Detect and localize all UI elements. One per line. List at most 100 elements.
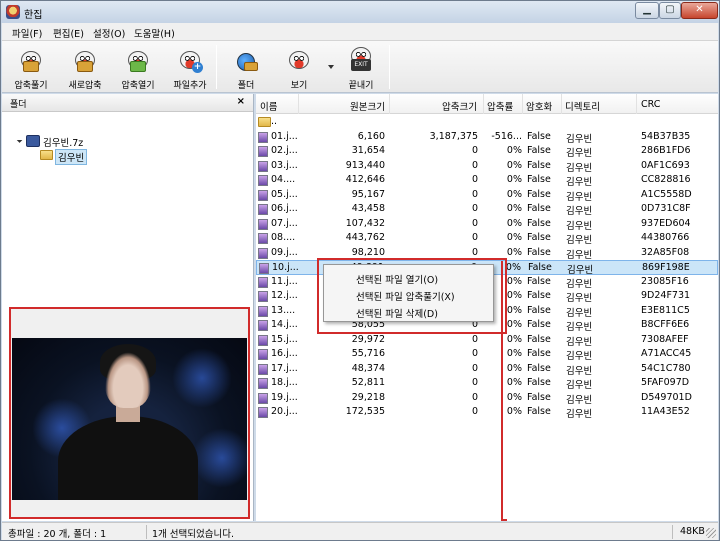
image-preview	[9, 307, 250, 519]
app-window: 한집 ▁ ▢ ✕ 파일(F) 편집(E) 설정(O) 도움말(H) 압축풀기 새…	[0, 0, 720, 541]
orig-size-cell: 55,716	[351, 348, 385, 359]
file-name-cell: 16.j...	[271, 348, 298, 359]
orig-size-cell: 29,972	[351, 333, 385, 345]
file-name-cell: 11.j...	[271, 275, 298, 287]
menu-help[interactable]: 도움말(H)	[134, 26, 175, 40]
orig-size-cell: 443,762	[345, 232, 385, 243]
view-button[interactable]: 보기	[276, 45, 322, 91]
tree-expand-icon[interactable]	[14, 135, 23, 143]
file-name-cell: 06.j...	[271, 203, 298, 214]
image-file-icon	[258, 291, 268, 302]
ctx-extract-selected[interactable]: 선택된 파일 압축풀기(X)	[356, 289, 455, 303]
ratio-cell: 0%	[506, 406, 522, 417]
table-row[interactable]: 08.... 443,762 0 0% False 김우빈 44380766	[256, 231, 718, 246]
image-file-icon	[258, 218, 268, 230]
table-row[interactable]: 17.j... 48,374 0 0% False 김우빈 54C1C780	[256, 362, 718, 377]
crc-cell: 54B37B35	[641, 130, 691, 142]
encrypted-cell: False	[528, 262, 552, 273]
ratio-cell: -516...	[491, 130, 522, 142]
new-archive-button[interactable]: 새로압축	[62, 45, 108, 91]
exit-button[interactable]: EXIT 끝내기	[338, 45, 384, 91]
ratio-cell: 0%	[506, 188, 522, 200]
col-name-header[interactable]: 이름	[260, 99, 277, 113]
crc-cell: 0D731C8F	[641, 203, 691, 214]
view-dropdown-arrow-icon[interactable]	[328, 65, 334, 69]
table-row[interactable]: 02.j... 31,654 0 0% False 김우빈 286B1FD6	[256, 144, 718, 159]
image-file-icon	[258, 363, 268, 375]
encrypted-cell: False	[527, 203, 551, 214]
table-row[interactable]: 19.j... 29,218 0 0% False 김우빈 D549701D	[256, 391, 718, 406]
directory-cell: 김우빈	[566, 162, 593, 174]
menu-file[interactable]: 파일(F)	[12, 26, 42, 40]
ratio-cell: 0%	[506, 275, 522, 287]
image-file-icon	[258, 131, 268, 143]
new-archive-label: 새로압축	[68, 81, 102, 91]
file-name-cell: 03.j...	[271, 159, 298, 171]
parent-folder-icon	[258, 117, 271, 127]
table-row[interactable]: 04.... 412,646 0 0% False 김우빈 CC828816	[256, 173, 718, 188]
table-row[interactable]: ..	[256, 115, 718, 130]
orig-size-cell: 913,440	[345, 159, 385, 171]
folder-view-label: 폴더	[237, 81, 255, 91]
menu-settings[interactable]: 설정(O)	[93, 26, 125, 40]
comp-size-cell: 3,187,375	[429, 130, 478, 142]
maximize-button[interactable]: ▢	[659, 2, 681, 19]
table-row[interactable]: 06.j... 43,458 0 0% False 김우빈 0D731C8F	[256, 202, 718, 217]
table-row[interactable]: 07.j... 107,432 0 0% False 김우빈 937ED604	[256, 217, 718, 232]
table-row[interactable]: 03.j... 913,440 0 0% False 김우빈 0AF1C693	[256, 159, 718, 174]
add-file-button[interactable]: + 파일추가	[167, 45, 213, 91]
status-size: 48KB	[680, 526, 705, 537]
folder-icon	[40, 150, 53, 160]
open-archive-button[interactable]: 압축열기	[115, 45, 161, 91]
encrypted-cell: False	[527, 246, 551, 258]
minimize-button[interactable]: ▁	[635, 2, 659, 19]
table-row[interactable]: 16.j... 55,716 0 0% False 김우빈 A71ACC45	[256, 347, 718, 362]
folder-tree: 김우빈.7z 김우빈	[2, 114, 253, 304]
orig-size-cell: 107,432	[345, 217, 385, 229]
close-button[interactable]: ✕	[681, 2, 718, 19]
directory-cell: 김우빈	[566, 177, 593, 188]
encrypted-cell: False	[527, 391, 551, 403]
add-file-icon: +	[177, 47, 203, 73]
encrypted-cell: False	[527, 275, 551, 287]
image-file-icon	[258, 320, 268, 331]
encrypted-cell: False	[527, 130, 551, 142]
new-archive-icon	[72, 47, 98, 73]
annotation-line	[501, 261, 507, 521]
folder-pane-close-icon[interactable]: ×	[237, 96, 245, 107]
table-row[interactable]: 15.j... 29,972 0 0% False 김우빈 7308AFEF	[256, 333, 718, 348]
col-directory-header[interactable]: 디렉토리	[565, 99, 600, 113]
window-title: 한집	[24, 10, 43, 21]
menu-edit[interactable]: 편집(E)	[53, 26, 84, 40]
folder-view-button[interactable]: 폴더	[223, 45, 269, 91]
ratio-cell: 0%	[506, 304, 522, 316]
crc-cell: 11A43E52	[641, 406, 690, 417]
orig-size-cell: 48,374	[351, 362, 385, 374]
directory-cell: 김우빈	[566, 365, 593, 377]
view-label: 보기	[290, 81, 308, 91]
crc-cell: B8CFF6E6	[641, 319, 690, 330]
title-bar[interactable]: 한집 ▁ ▢ ✕	[1, 1, 719, 23]
ratio-cell: 0%	[506, 232, 522, 243]
ratio-cell: 0%	[506, 203, 522, 214]
resize-grip-icon[interactable]	[706, 528, 716, 538]
col-comp-size-header[interactable]: 압축크기	[442, 99, 477, 113]
col-orig-size-header[interactable]: 원본크기	[350, 99, 385, 113]
table-row[interactable]: 05.j... 95,167 0 0% False 김우빈 A1C5558D	[256, 188, 718, 203]
col-crc-header[interactable]: CRC	[641, 99, 660, 110]
col-encrypted-header[interactable]: 암호화	[526, 99, 552, 113]
tree-folder-node[interactable]: 김우빈	[55, 149, 88, 165]
ctx-delete-selected[interactable]: 선택된 파일 삭제(D)	[356, 306, 438, 320]
encrypted-cell: False	[527, 333, 551, 345]
col-ratio-header[interactable]: 압축률	[487, 99, 513, 113]
tree-archive-node[interactable]: 김우빈.7z	[43, 135, 83, 149]
comp-size-cell: 0	[471, 246, 478, 258]
crc-cell: 23085F16	[641, 275, 689, 287]
extract-button[interactable]: 압축풀기	[8, 45, 54, 91]
table-row[interactable]: 18.j... 52,811 0 0% False 김우빈 5FAF097D	[256, 376, 718, 391]
table-row[interactable]: 01.j... 6,160 3,187,375 -516... False 김우빈 54B3…	[256, 130, 718, 145]
crc-cell: 937ED604	[641, 217, 691, 229]
ctx-open-selected[interactable]: 선택된 파일 열기(O)	[356, 272, 438, 286]
table-row[interactable]: 20.j... 172,535 0 0% False 김우빈 11A43E52	[256, 405, 718, 420]
orig-size-cell: 43,458	[351, 203, 385, 214]
